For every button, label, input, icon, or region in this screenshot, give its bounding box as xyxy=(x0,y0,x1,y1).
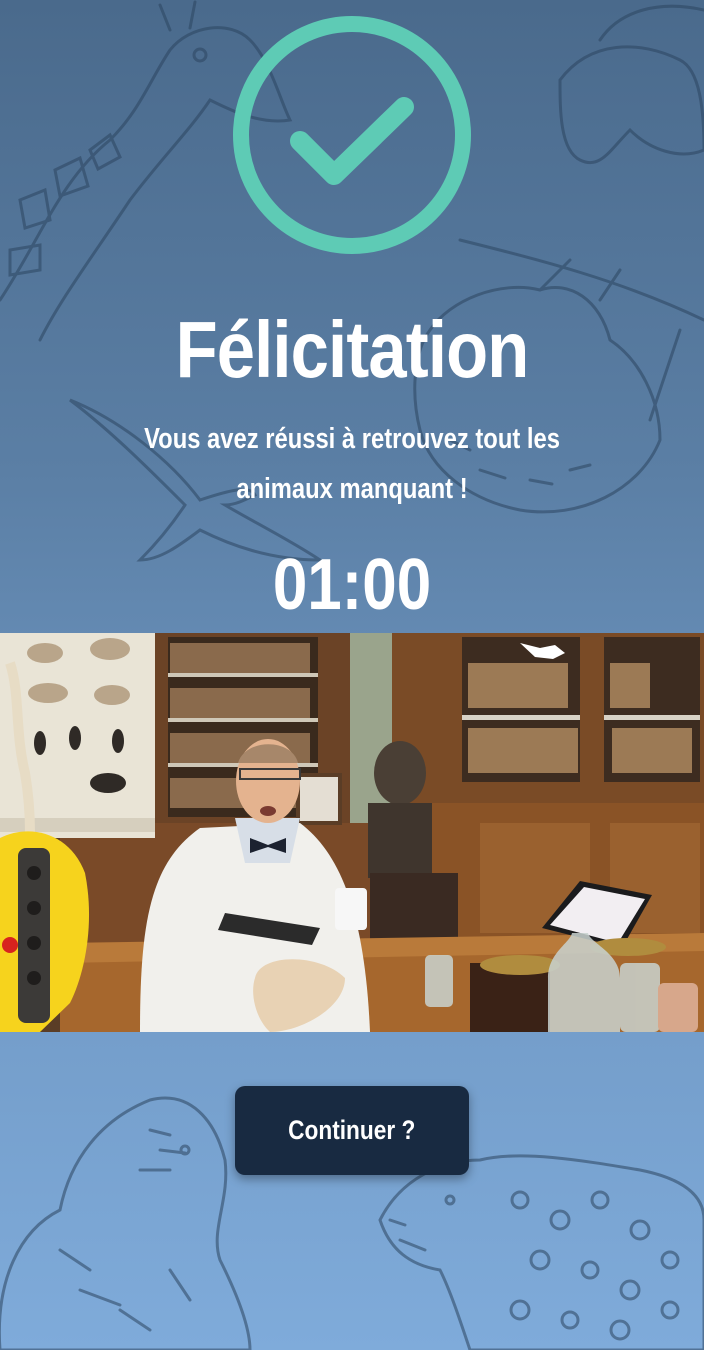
video-player[interactable] xyxy=(0,633,704,1032)
success-message: Vous avez réussi à retrouvez tout les an… xyxy=(144,423,560,505)
moose-illustration xyxy=(558,4,704,165)
timer-display: 01:00 xyxy=(272,545,432,625)
leopard-illustration xyxy=(378,1154,704,1350)
continue-button-label: Continuer ? xyxy=(288,1115,416,1145)
check-circle-icon xyxy=(233,16,471,254)
gorilla-illustration xyxy=(0,1096,252,1350)
continue-button[interactable]: Continuer ? xyxy=(235,1086,469,1175)
video-frame xyxy=(0,633,704,1032)
congratulations-title: Félicitation xyxy=(175,305,530,394)
